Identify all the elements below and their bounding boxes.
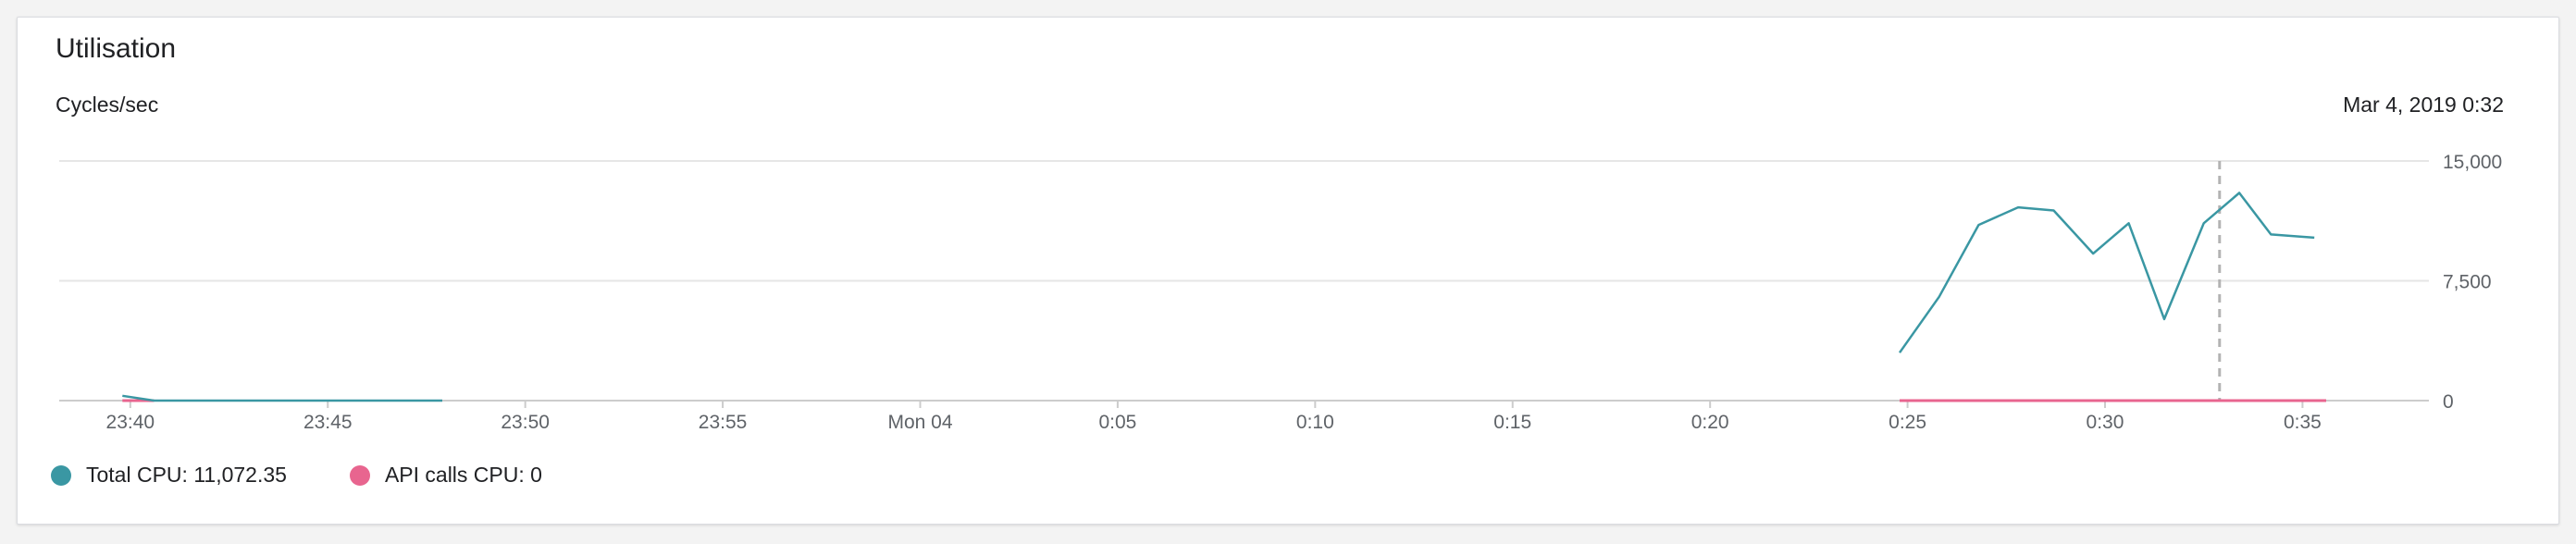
legend-swatch-total-cpu <box>51 464 71 486</box>
x-tick-label: 0:30 <box>2087 412 2124 433</box>
x-tick-label: 0:10 <box>1296 412 1334 433</box>
x-tick-label: 23:45 <box>303 412 353 433</box>
y-tick-label: 15,000 <box>2443 152 2502 173</box>
legend-item-api-cpu[interactable]: API calls CPU: 0 <box>349 463 542 488</box>
series-total-cpu-line-1 <box>1898 192 2315 353</box>
series-total-cpu-line-0 <box>122 394 442 402</box>
chart-legend: Total CPU: 11,072.35 API calls CPU: 0 <box>51 463 605 488</box>
x-tick-label: Mon 04 <box>887 412 952 433</box>
y-tick-label: 7,500 <box>2443 272 2492 293</box>
x-tick-label: 23:50 <box>501 412 550 433</box>
x-tick-label: 0:20 <box>1691 412 1729 433</box>
x-tick-label: 0:25 <box>1889 412 1926 433</box>
x-tick-label: 23:55 <box>699 412 748 433</box>
x-tick-label: 0:35 <box>2284 412 2322 433</box>
x-tick-label: 0:15 <box>1493 412 1531 433</box>
legend-label-total-cpu: Total CPU: 11,072.35 <box>86 463 287 487</box>
legend-swatch-api-cpu <box>349 464 370 486</box>
legend-label-api-cpu: API calls CPU: 0 <box>384 463 542 487</box>
legend-item-total-cpu[interactable]: Total CPU: 11,072.35 <box>51 463 287 488</box>
y-tick-label: 0 <box>2443 391 2454 413</box>
x-tick-label: 23:40 <box>106 412 155 433</box>
x-tick-label: 0:05 <box>1098 412 1136 433</box>
